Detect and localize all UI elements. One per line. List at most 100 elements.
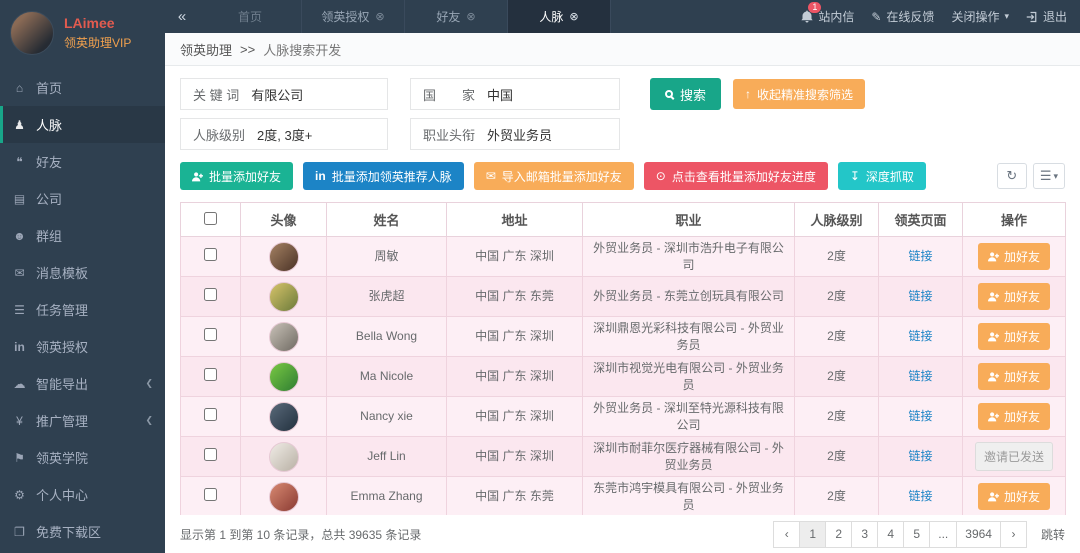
double-chevron-left-icon: « [177,8,187,25]
sidebar-item-groups[interactable]: ☻ 群组 [0,217,165,254]
row-checkbox[interactable] [204,487,217,501]
linkedin-page-link[interactable]: 链接 [908,289,932,303]
page-title: 人脉搜索开发 [263,42,342,58]
contact-level: 2度 [794,436,879,477]
sidebar-item-linkedin-auth[interactable]: in 领英授权 [0,328,165,365]
linkedin-page-link[interactable]: 链接 [908,249,932,263]
user-add-icon [987,492,999,502]
chevron-down-icon: ▾ [1004,11,1009,21]
invite-sent-button[interactable]: 邀请已发送 [974,442,1053,471]
add-friend-button[interactable]: 加好友 [977,243,1050,270]
linkedin-page-link[interactable]: 链接 [908,449,932,463]
keyword-input[interactable] [251,79,387,109]
table-row: Emma Zhang 中国 广东 东莞 东莞市鸿宇模具有限公司 - 外贸业务员 … [180,476,1066,515]
page-next[interactable]: › [999,520,1027,548]
site-messages-button[interactable]: 1 站内信 [801,2,854,25]
linkedin-icon: in [14,339,25,354]
level-filter-group: 人脉级别 [180,118,388,150]
academy-icon: ⚑ [14,450,25,465]
row-checkbox[interactable] [204,447,217,461]
download-icon: ↧ [849,169,860,183]
sidebar-item-message-template[interactable]: ✉ 消息模板 [0,254,165,291]
eye-icon: ⊙ [655,169,666,183]
collapse-filters-button[interactable]: ↑ 收起精准搜索筛选 [733,79,866,109]
columns-menu-button[interactable]: ☰ ▾ [1032,163,1065,189]
page-2[interactable]: 2 [825,520,853,548]
deep-fetch-button[interactable]: ↧ 深度抓取 [837,162,926,190]
tab-home[interactable]: 首页 [199,0,302,33]
row-checkbox[interactable] [204,287,217,301]
linkedin-page-link[interactable]: 链接 [908,369,932,383]
level-input[interactable] [257,119,387,149]
close-tab-icon[interactable]: ⊗ [466,10,475,23]
close-operations-button[interactable]: 关闭操作 ▾ [951,8,1009,25]
batch-add-recommended-button[interactable]: in 批量添加领英推荐人脉 [303,162,464,190]
select-all-checkbox[interactable] [204,211,217,225]
header-action: 操作 [962,202,1066,237]
page-4[interactable]: 4 [877,520,905,548]
sidebar-item-home[interactable]: ⌂ 首页 [0,69,165,106]
add-friend-button[interactable]: 加好友 [977,403,1050,430]
add-friend-button[interactable]: 加好友 [977,483,1050,510]
logout-button[interactable]: 退出 [1026,8,1067,25]
tab-contacts[interactable]: 人脉 ⊗ [508,0,611,33]
online-feedback-button[interactable]: ✎ 在线反馈 [871,8,934,25]
jump-link[interactable]: 跳转 [1041,526,1065,543]
add-friend-button[interactable]: 加好友 [977,363,1050,390]
page-3[interactable]: 3 [851,520,879,548]
gear-icon: ⚙ [14,487,25,502]
content-panel: 关 键 词 国 家 搜索 ↑ 收起精准搜索筛选 人脉级别 [165,66,1080,515]
contact-level: 2度 [794,236,879,277]
notification-badge: 1 [808,2,822,13]
linkedin-page-link[interactable]: 链接 [908,329,932,343]
add-friend-button[interactable]: 加好友 [977,283,1050,310]
page-last[interactable]: 3964 [956,520,1001,548]
row-checkbox[interactable] [204,247,217,261]
sidebar-item-task-management[interactable]: ☰ 任务管理 [0,291,165,328]
view-add-progress-button[interactable]: ⊙ 点击查看批量添加好友进度 [643,162,828,190]
batch-add-friends-button[interactable]: 批量添加好友 [180,162,294,190]
country-input[interactable] [487,79,619,109]
tab-linkedin-auth[interactable]: 领英授权 ⊗ [302,0,405,33]
sidebar-item-free-download[interactable]: ❐ 免费下载区 [0,513,165,550]
job-title-input[interactable] [487,119,619,149]
linkedin-page-link[interactable]: 链接 [908,409,932,423]
contact-address: 中国 广东 东莞 [446,476,583,515]
page-1[interactable]: 1 [799,520,827,548]
sidebar-item-academy[interactable]: ⚑ 领英学院 [0,439,165,476]
contact-job: 深圳市耐菲尔医疗器械有限公司 - 外贸业务员 [582,436,795,477]
close-tab-icon[interactable]: ⊗ [375,10,384,23]
sidebar-item-company[interactable]: ▤ 公司 [0,180,165,217]
sidebar-item-personal-center[interactable]: ⚙ 个人中心 [0,476,165,513]
country-filter-group: 国 家 [410,78,620,110]
row-checkbox[interactable] [204,327,217,341]
tasks-icon: ☰ [14,302,25,317]
row-checkbox[interactable] [204,407,217,421]
refresh-button[interactable]: ↻ [996,163,1027,189]
collapse-sidebar-button[interactable]: « [165,0,199,33]
header-linkedin-page: 领英页面 [878,202,963,237]
linkedin-page-link[interactable]: 链接 [908,489,932,503]
avatar [268,401,299,432]
import-email-add-button[interactable]: ✉ 导入邮箱批量添加好友 [473,162,634,190]
keyword-label: 关 键 词 [193,87,240,103]
sidebar-item-friends[interactable]: ❝ 好友 [0,143,165,180]
add-friend-button[interactable]: 加好友 [977,323,1050,350]
page-5[interactable]: 5 [903,520,931,548]
row-checkbox[interactable] [204,367,217,381]
sidebar-item-promotion[interactable]: ¥ 推广管理 [0,402,165,439]
page-prev[interactable]: ‹ [773,520,801,548]
contact-level: 2度 [794,476,879,515]
contact-job: 外贸业务员 - 深圳至特光源科技有限公司 [582,396,795,437]
table-tools: ↻ ☰ ▾ [996,163,1065,189]
contact-level: 2度 [794,396,879,437]
contact-job: 东莞市鸿宇模具有限公司 - 外贸业务员 [582,476,795,515]
user-role: 领英助理VIP [64,36,132,51]
list-icon: ☰ [1039,168,1052,183]
sidebar-item-smart-export[interactable]: ☁ 智能导出 [0,365,165,402]
sidebar-item-contacts[interactable]: ♟ 人脉 [0,106,165,143]
search-button[interactable]: 搜索 [650,78,722,110]
close-tab-icon[interactable]: ⊗ [569,10,578,23]
page-ellipsis[interactable]: ... [929,520,958,548]
tab-friends[interactable]: 好友 ⊗ [405,0,508,33]
